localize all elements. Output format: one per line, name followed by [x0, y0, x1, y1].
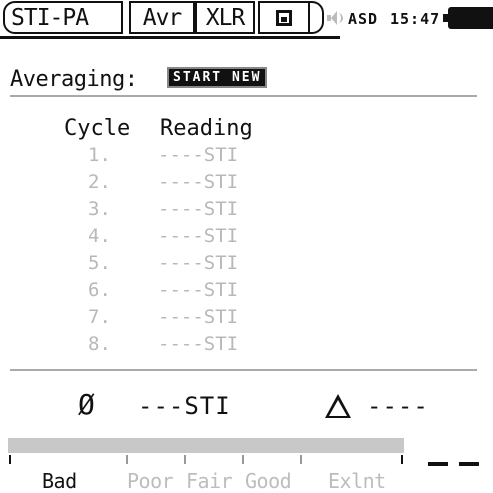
rating-label-excellent: Exlnt: [328, 469, 386, 493]
tab-label: STI-PA: [11, 4, 89, 31]
row-cycle-number: 8.: [88, 333, 111, 355]
tab-sti-pa[interactable]: STI-PA: [3, 1, 123, 34]
row-cycle-number: 3.: [88, 198, 111, 220]
rating-tick: [126, 455, 128, 464]
row-cycle-number: 5.: [88, 252, 111, 274]
row-cycle-number: 2.: [88, 171, 111, 193]
rating-label-bad: Bad: [42, 469, 77, 493]
row-cycle-number: 4.: [88, 225, 111, 247]
tab-underline: [0, 36, 340, 39]
row-reading-value: ----STI: [158, 333, 239, 355]
rating-label-poor: Poor: [127, 469, 174, 493]
rating-tick: [184, 455, 186, 464]
rating-tick: [401, 455, 403, 464]
status-mode: ASD: [348, 10, 379, 28]
rating-bar: [8, 438, 404, 453]
tab-xlr[interactable]: XLR: [195, 1, 255, 34]
dash-indicator: [459, 462, 479, 466]
row-reading-value: ----STI: [158, 171, 239, 193]
divider: [10, 369, 477, 371]
column-header-reading: Reading: [160, 116, 253, 141]
row-reading-value: ----STI: [158, 306, 239, 328]
tab-end-cap: [310, 1, 324, 34]
rating-tick: [300, 455, 302, 464]
tab-avr[interactable]: Avr: [129, 1, 195, 34]
average-value: ---STI: [138, 392, 231, 420]
save-icon: [276, 9, 292, 26]
tab-label: XLR: [205, 4, 246, 31]
rating-label-fair: Fair: [186, 469, 233, 493]
column-header-cycle: Cycle: [64, 116, 131, 141]
tab-bar: STI-PA Avr XLR ASD 15:47: [0, 0, 493, 40]
row-reading-value: ----STI: [158, 279, 239, 301]
row-reading-value: ----STI: [158, 252, 239, 274]
row-reading-value: ----STI: [158, 144, 239, 166]
battery-icon: [443, 7, 493, 29]
delta-value: ----: [367, 392, 429, 420]
tab-label: Avr: [142, 4, 183, 31]
start-new-button[interactable]: START NEW: [167, 67, 268, 88]
average-symbol: Ø: [78, 388, 95, 421]
row-cycle-number: 7.: [88, 306, 111, 328]
status-time: 15:47: [390, 10, 441, 28]
speaker-icon: [327, 9, 343, 27]
rating-label-good: Good: [245, 469, 292, 493]
tab-save[interactable]: [258, 1, 310, 34]
row-cycle-number: 6.: [88, 279, 111, 301]
row-cycle-number: 1.: [88, 144, 111, 166]
divider: [10, 95, 477, 97]
row-reading-value: ----STI: [158, 198, 239, 220]
row-reading-value: ----STI: [158, 225, 239, 247]
dash-indicator: [428, 462, 448, 466]
rating-tick: [9, 455, 11, 464]
rating-tick: [242, 455, 244, 464]
averaging-label: Averaging:: [10, 67, 138, 92]
